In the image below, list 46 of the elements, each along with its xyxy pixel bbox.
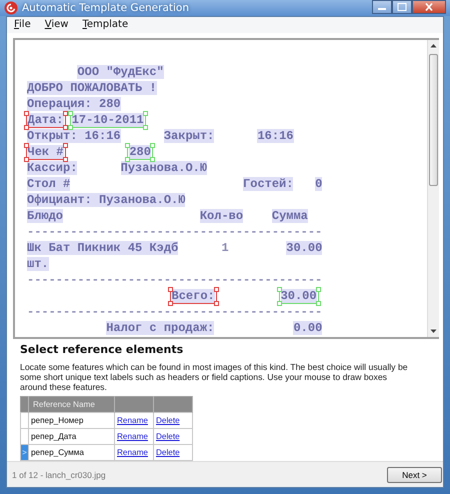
row-header[interactable] xyxy=(20,412,28,429)
receipt-text: Кассир: xyxy=(27,160,78,175)
receipt-text: Сумма xyxy=(272,208,308,223)
receipt-text: 30.00 xyxy=(286,240,322,255)
receipt-text: Официант: Пузанова.О.Ю xyxy=(27,192,186,207)
scroll-down-icon xyxy=(430,329,437,334)
window-title: Automatic Template Generation xyxy=(22,2,190,14)
scroll-up-icon xyxy=(430,42,437,48)
receipt-text: Блюдо xyxy=(27,208,64,223)
scrollbar[interactable] xyxy=(427,40,439,338)
receipt-text: 0 xyxy=(315,176,322,191)
maximize-icon xyxy=(397,3,407,11)
table-cell: репер_Номер xyxy=(28,412,114,429)
scroll-thumb[interactable] xyxy=(429,54,438,186)
receipt-text: Шк Бат Пикник 45 Кэдб xyxy=(27,240,178,255)
receipt-text: Пузанова.О.Ю xyxy=(120,160,208,175)
table-cell: репер_Дата xyxy=(28,428,114,445)
menu-item[interactable]: View xyxy=(44,19,68,30)
instructions-text: Locate some features which can be found in most images of this kind. The best choice will usually be some short unique text labels such as headers or field captions. Use your mouse to draw boxes around these features. xyxy=(20,362,409,392)
status-text: 1 of 12 - lanch_cr030.jpg xyxy=(12,470,106,480)
section-title: Select reference elements xyxy=(20,343,184,356)
receipt-text: Налог с продаж: xyxy=(106,320,214,335)
receipt-rule: 1 xyxy=(221,240,229,255)
receipt-text: Гостей: xyxy=(243,176,294,191)
menu-item[interactable]: File xyxy=(14,19,31,30)
next-button[interactable]: Next > xyxy=(387,466,442,483)
menu-item[interactable]: Template xyxy=(82,19,128,30)
receipt-text: шт. xyxy=(27,256,49,271)
row-header[interactable] xyxy=(20,428,28,445)
receipt-text: Кол-во xyxy=(200,208,244,223)
receipt-text: Стол # xyxy=(27,176,70,191)
column-header: Reference Name xyxy=(28,396,114,413)
receipt-text: Операция: 280 xyxy=(27,96,121,111)
receipt-text: ДОБРО ПОЖАЛОВАТЬ ! xyxy=(27,80,157,95)
maximize-button[interactable] xyxy=(392,0,412,14)
receipt-text: Открыт: 16:16 xyxy=(27,128,121,143)
receipt-text: ООО "ФудЕкс" xyxy=(77,64,164,79)
minimize-button[interactable] xyxy=(372,0,392,14)
receipt-text: Закрыт: xyxy=(164,128,214,143)
receipt-rule: ----------------------------------------- xyxy=(27,224,322,239)
close-icon xyxy=(424,3,434,11)
receipt-text: 0.00 xyxy=(293,320,322,335)
receipt-text: 16:16 xyxy=(257,128,294,143)
receipt-rule: ----------------------------------------- xyxy=(27,304,322,319)
close-button[interactable] xyxy=(412,0,446,14)
receipt-rule: ----------------------------------------- xyxy=(27,272,322,287)
